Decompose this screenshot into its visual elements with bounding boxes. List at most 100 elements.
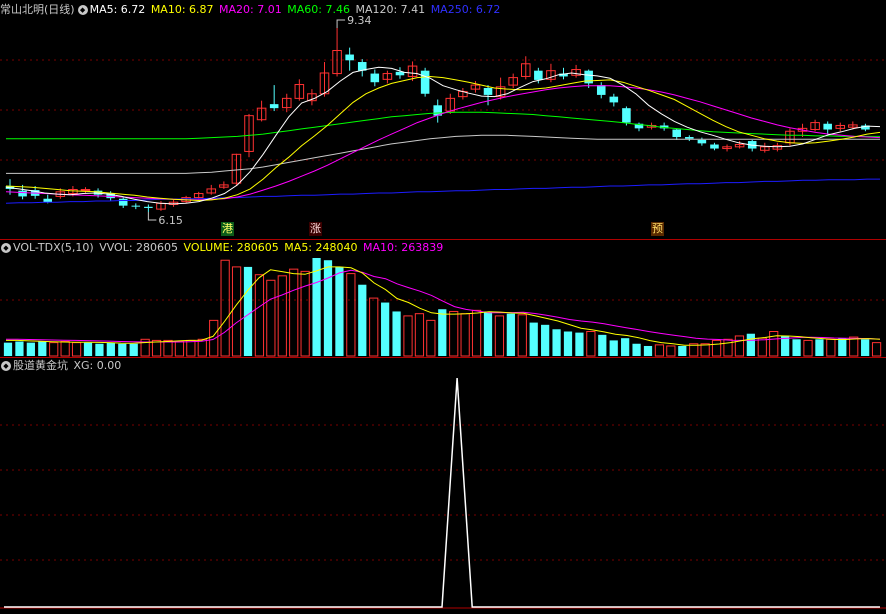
candle-down xyxy=(685,137,694,139)
volume-bar-up xyxy=(414,313,425,357)
volume-bar-down xyxy=(643,345,653,356)
candle-down xyxy=(534,70,543,80)
volume-bar-down xyxy=(106,342,115,356)
volume-bar-down xyxy=(861,339,870,356)
volume-bar-down xyxy=(632,343,641,356)
volume-bar-down xyxy=(381,302,390,356)
volume-bar-down xyxy=(563,331,573,356)
ma120-line xyxy=(6,134,880,174)
volume-bar-up xyxy=(277,275,287,357)
candle-down xyxy=(622,108,631,123)
volume-bar-up xyxy=(700,343,710,357)
volume-bar-up xyxy=(460,313,470,357)
volume-bar-down xyxy=(678,345,687,356)
ma5-line xyxy=(5,66,881,205)
volume-bar-down xyxy=(815,339,824,356)
volume-bar-up xyxy=(254,274,265,357)
marker-zhang[interactable]: 涨 xyxy=(309,222,322,236)
volume-bar-up xyxy=(517,314,527,357)
volume-bar-up xyxy=(60,341,70,357)
candle-down xyxy=(420,70,430,94)
candle-down xyxy=(370,73,380,83)
volume-bar-up xyxy=(346,273,356,357)
volume-bar-down xyxy=(129,343,138,356)
volume-bar-down xyxy=(15,341,24,356)
volume-bar-down xyxy=(95,343,104,356)
volume-bar-down xyxy=(323,260,333,356)
volume-bar-up xyxy=(49,342,59,357)
volume-bar-up xyxy=(769,331,779,357)
low-price-label: 6.15 xyxy=(158,214,183,227)
volume-bar-down xyxy=(529,322,538,356)
volume-bar-down xyxy=(746,333,755,356)
volume-bar-down xyxy=(792,339,801,356)
volume-bar-up xyxy=(209,319,219,357)
volume-bar-down xyxy=(3,342,13,356)
high-price-label: 9.34 xyxy=(347,14,372,27)
volume-bar-up xyxy=(449,310,459,357)
volume-bar-up xyxy=(471,309,482,357)
chart-canvas[interactable]: 9.34 6.15 xyxy=(0,0,886,614)
volume-bar-up xyxy=(186,339,196,357)
volume-bar-up xyxy=(151,339,162,357)
volume-bar-down xyxy=(609,340,618,356)
candle-down xyxy=(483,87,493,95)
candle-down xyxy=(672,129,682,138)
volume-bar-down xyxy=(598,334,607,356)
volume-bar-up xyxy=(266,279,276,357)
volume-bar-up xyxy=(666,345,676,357)
candle-down xyxy=(43,198,53,203)
volume-bar-down xyxy=(506,313,515,356)
volume-bar-down xyxy=(83,342,93,356)
volume-bar-down xyxy=(243,266,253,356)
candle-down xyxy=(823,123,832,130)
volume-bar-up xyxy=(231,266,242,357)
volume-bar-up xyxy=(71,342,82,357)
volume-bar-down xyxy=(552,329,561,356)
marker-yu[interactable]: 预 xyxy=(651,222,664,236)
volume-bar-up xyxy=(403,315,413,357)
candle-down xyxy=(269,104,279,109)
volume-bar-down xyxy=(26,342,35,356)
candle-down xyxy=(18,190,27,197)
volume-bar-up xyxy=(654,344,665,357)
volume-bar-down xyxy=(438,309,447,356)
volume-bar-down xyxy=(38,341,47,356)
volume-bar-up xyxy=(220,259,230,357)
volume-bar-up xyxy=(826,338,836,357)
volume-bar-down xyxy=(541,324,550,356)
candle-up xyxy=(80,189,91,192)
volume-bar-up xyxy=(757,337,767,357)
volume-bar-down xyxy=(358,284,367,356)
volume-bar-down xyxy=(392,311,401,356)
volume-bar-up xyxy=(849,336,859,357)
volume-bar-up xyxy=(289,268,299,357)
volume-bar-up xyxy=(734,335,745,357)
marker-gang[interactable]: 港 xyxy=(221,222,234,236)
candle-down xyxy=(118,198,128,206)
volume-bar-down xyxy=(621,338,630,356)
volume-bar-up xyxy=(300,270,310,357)
candle-down xyxy=(697,139,707,144)
volume-bar-up xyxy=(369,297,379,357)
candle-down xyxy=(596,85,606,95)
volume-bar-down xyxy=(575,332,584,356)
low-leader xyxy=(147,212,157,221)
xg-signal-line xyxy=(4,377,880,608)
high-leader xyxy=(336,19,346,28)
volume-bar-down xyxy=(335,266,344,356)
volume-bar-up xyxy=(803,339,813,357)
volume-bar-up xyxy=(723,338,733,357)
volume-bar-up xyxy=(174,341,185,357)
volume-bar-down xyxy=(483,311,493,356)
candle-down xyxy=(144,206,153,208)
volume-bar-up xyxy=(494,315,505,357)
volume-bar-up xyxy=(871,342,882,357)
candle-down xyxy=(710,144,719,149)
volume-bar-up xyxy=(711,339,722,357)
volume-bar-down xyxy=(118,343,127,356)
candle-down xyxy=(131,205,141,207)
volume-bar-up xyxy=(163,339,173,357)
volume-bar-down xyxy=(838,338,847,356)
candle-down xyxy=(345,54,354,61)
